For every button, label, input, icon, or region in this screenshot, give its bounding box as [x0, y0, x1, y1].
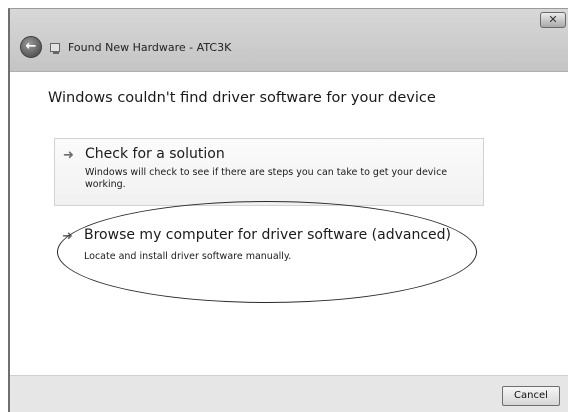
arrow-right-icon: ➜ [62, 229, 73, 244]
browse-computer-option[interactable]: ➜ Browse my computer for driver software… [54, 220, 484, 280]
close-icon: ✕ [548, 13, 558, 26]
close-button[interactable]: ✕ [540, 12, 566, 28]
cancel-button[interactable]: Cancel [502, 386, 560, 406]
arrow-right-icon: ➜ [63, 148, 74, 163]
option-description: Windows will check to see if there are s… [85, 167, 448, 190]
back-arrow-icon: ← [25, 39, 37, 54]
hardware-icon [50, 43, 60, 54]
option-title: Check for a solution [85, 146, 225, 162]
button-bar: Cancel [10, 375, 568, 412]
back-button[interactable]: ← [20, 36, 42, 58]
wizard-content: Windows couldn't find driver software fo… [10, 71, 568, 375]
option-description: Locate and install driver software manua… [84, 251, 292, 262]
window-title: Found New Hardware - ATC3K [68, 41, 232, 54]
page-heading: Windows couldn't find driver software fo… [48, 90, 436, 106]
option-title: Browse my computer for driver software (… [84, 227, 452, 243]
wizard-window: ✕ ← Found New Hardware - ATC3K Windows c… [8, 8, 568, 412]
title-bar: ✕ ← Found New Hardware - ATC3K [10, 9, 568, 71]
check-solution-option[interactable]: ➜ Check for a solution Windows will chec… [54, 138, 484, 206]
